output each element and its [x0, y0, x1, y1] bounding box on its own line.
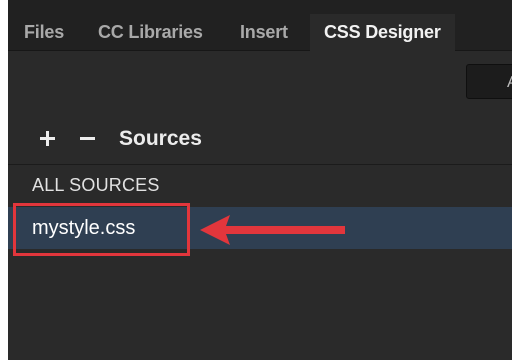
panel-tab-bar: Files CC Libraries Insert CSS Designer [8, 0, 512, 51]
tab-files[interactable]: Files [24, 14, 64, 50]
sources-title: Sources [119, 127, 202, 150]
css-designer-panel: Files CC Libraries Insert CSS Designer A… [8, 0, 512, 360]
minus-icon[interactable] [76, 124, 100, 152]
source-item-mystyle-css[interactable]: mystyle.css [8, 207, 512, 249]
all-sources-item[interactable]: ALL SOURCES [32, 172, 160, 198]
source-item-label[interactable]: mystyle.css [32, 215, 135, 241]
sources-header: Sources [8, 114, 512, 165]
tab-css-designer[interactable]: CSS Designer [310, 14, 455, 51]
toolbar-button[interactable]: A [466, 64, 512, 99]
tab-insert[interactable]: Insert [240, 14, 288, 50]
tab-cc-libraries[interactable]: CC Libraries [98, 14, 203, 50]
plus-icon[interactable] [36, 124, 60, 152]
